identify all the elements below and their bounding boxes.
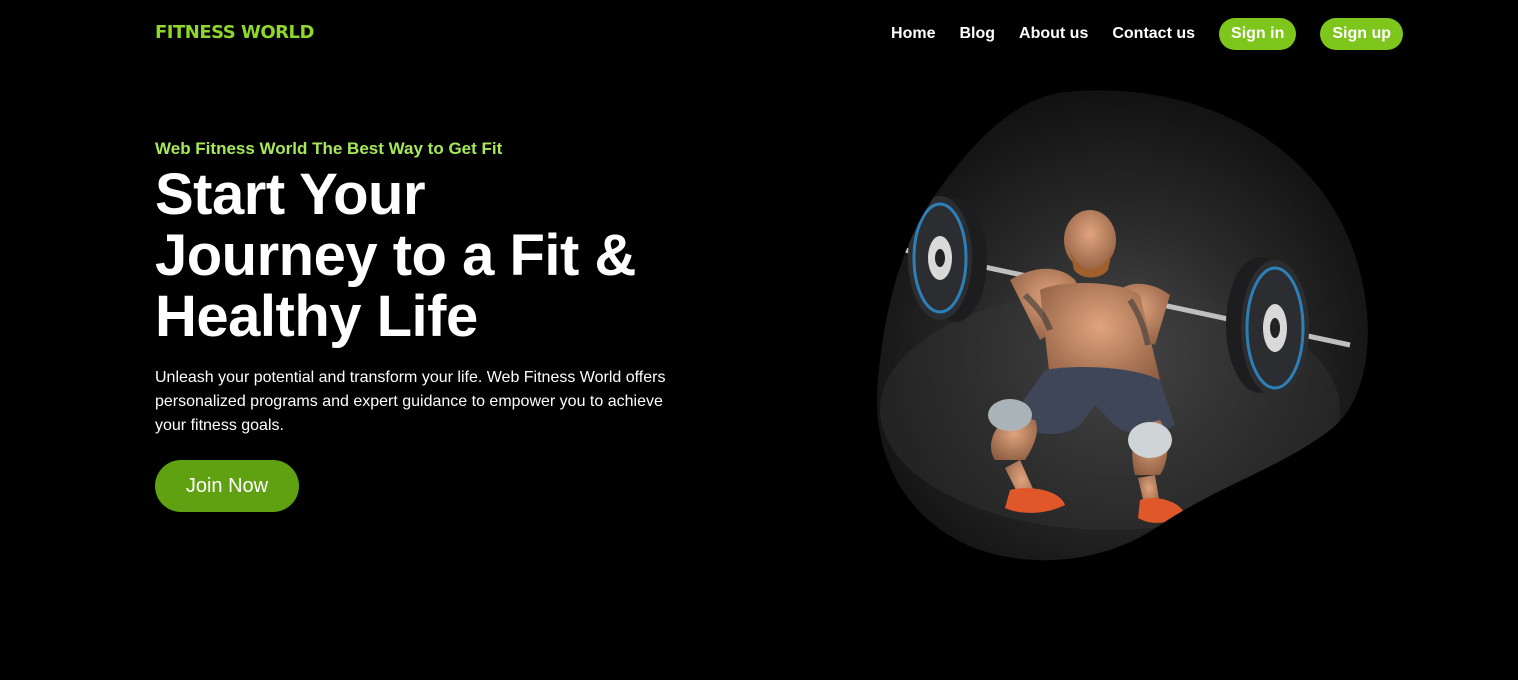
headline-line-2: Journey to a Fit & xyxy=(155,223,636,288)
nav-link-contact[interactable]: Contact us xyxy=(1112,18,1195,50)
main-nav: Home Blog About us Contact us Sign in Si… xyxy=(891,18,1403,50)
hero-headline: Start Your Journey to a Fit & Healthy Li… xyxy=(155,164,715,347)
site-logo[interactable]: FITNESS WORLD xyxy=(155,22,314,43)
headline-line-3: Healthy Life xyxy=(155,284,478,349)
nav-link-blog[interactable]: Blog xyxy=(959,18,995,50)
weightlifter-image xyxy=(876,90,1368,561)
headline-line-1: Start Your xyxy=(155,162,426,227)
landing-page: FITNESS WORLD Home Blog About us Contact… xyxy=(0,0,1518,680)
join-now-button[interactable]: Join Now xyxy=(155,460,299,512)
hero-tagline: Web Fitness World The Best Way to Get Fi… xyxy=(155,139,503,158)
sign-in-button[interactable]: Sign in xyxy=(1219,18,1297,50)
sign-up-button[interactable]: Sign up xyxy=(1320,18,1403,50)
nav-link-about[interactable]: About us xyxy=(1019,18,1088,50)
hero-description: Unleash your potential and transform you… xyxy=(155,369,666,434)
nav-link-home[interactable]: Home xyxy=(891,18,935,50)
